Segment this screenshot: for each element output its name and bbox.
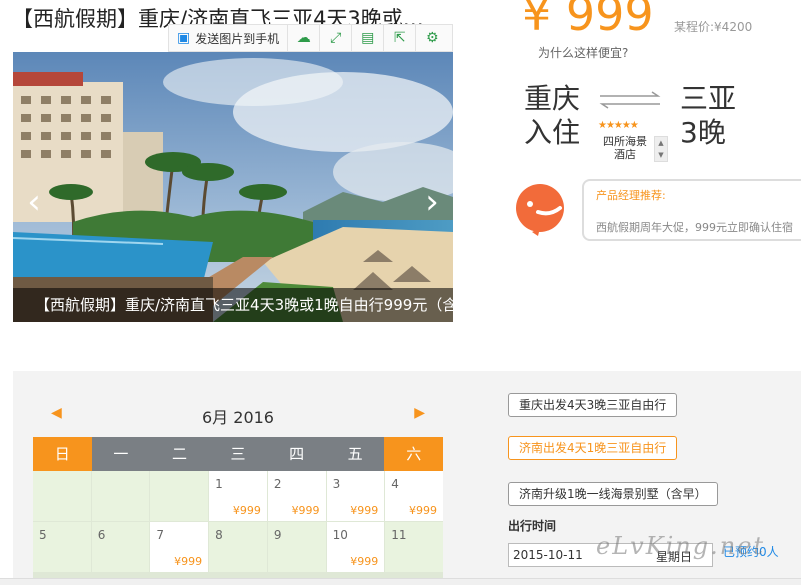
sale-price: ¥ 999 xyxy=(522,0,654,41)
route-arrows-icon xyxy=(599,91,661,109)
calendar-day-number: 7 xyxy=(156,528,165,542)
recommendation-bubble: 产品经理推荐: 西航假期周年大促，999元立即确认住宿 xyxy=(582,179,801,241)
expand-button[interactable]: ⤢ xyxy=(320,25,353,51)
gallery-caption: 【西航假期】重庆/济南直飞三亚4天3晚或1晚自由行999元（含三… xyxy=(13,288,453,322)
bird-mascot-icon xyxy=(516,184,564,236)
save-icon: ▤ xyxy=(361,30,375,46)
weekday-wed: 三 xyxy=(208,437,268,471)
route-destination: 三亚 xyxy=(680,82,737,115)
calendar-month-label: 6月 2016 xyxy=(202,408,274,427)
route-origin-sub: 入住 xyxy=(524,116,581,149)
calendar-weekday-row: 日 一 二 三 四 五 六 xyxy=(33,437,444,471)
calendar-day-cell[interactable]: 10 ¥999 xyxy=(326,522,385,572)
why-cheap-link[interactable]: 为什么这样便宜? xyxy=(538,44,628,61)
package-option-3[interactable]: 济南升级1晚一线海景别墅（含早） xyxy=(508,482,718,506)
weekday-sat: 六 xyxy=(384,437,444,471)
calendar-grid: 1 ¥999 2 ¥999 3 ¥999 4 ¥999 5 6 7 ¥999 8 9 10 ¥999 11 xyxy=(33,471,443,585)
package-option-1[interactable]: 重庆出发4天3晚三亚自由行 xyxy=(508,393,678,417)
gallery-prev-arrow-icon[interactable]: ‹ xyxy=(19,182,49,222)
image-toolbar: ▣ 发送图片到手机 ☁ ⤢ ▤ ⇱ ⚙ xyxy=(168,24,453,52)
calendar-day-number: 3 xyxy=(332,477,341,491)
calendar-day-cell: 6 xyxy=(91,522,150,572)
calendar-day-number: 5 xyxy=(39,528,47,542)
calendar-day-cell: 8 xyxy=(209,522,267,572)
calendar-day-price: ¥999 xyxy=(174,555,203,568)
calendar-day-cell[interactable]: 7 ¥999 xyxy=(150,522,209,572)
calendar-day-cell xyxy=(150,471,209,521)
hotel-label: 四所海景酒店 xyxy=(603,135,647,161)
calendar-day-cell[interactable]: 1 ¥999 xyxy=(209,471,267,521)
calendar-day-number: 9 xyxy=(273,528,282,542)
route-destination-sub: 3晚 xyxy=(680,116,726,149)
calendar-day-price: ¥999 xyxy=(409,504,437,517)
weekday-tue: 二 xyxy=(150,437,209,471)
gallery-next-arrow-icon[interactable]: › xyxy=(417,182,447,222)
calendar-day-cell[interactable]: 4 ¥999 xyxy=(385,471,443,521)
calendar-day-number: 2 xyxy=(273,477,282,491)
recommendation-text: 西航假期周年大促，999元立即确认住宿 xyxy=(596,221,793,234)
weekday-mon: 一 xyxy=(91,437,151,471)
send-to-phone-icon: ▣ xyxy=(177,30,191,46)
calendar-day-cell xyxy=(33,471,91,521)
reference-price: 某程价:¥4200 xyxy=(674,20,753,34)
calendar-day-cell: 5 xyxy=(33,522,91,572)
departure-label: 出行时间 xyxy=(508,519,557,533)
calendar-day-number: 11 xyxy=(391,528,407,542)
calendar-day-number: 10 xyxy=(332,528,348,542)
send-to-phone-label: 发送图片到手机 xyxy=(195,31,280,46)
expand-icon: ⤢ xyxy=(330,30,342,46)
calendar-day-cell[interactable]: 2 ¥999 xyxy=(267,471,326,521)
calendar-day-number: 8 xyxy=(215,528,223,542)
share-icon: ⇱ xyxy=(393,30,406,46)
calendar-day-number: 4 xyxy=(391,477,399,491)
send-to-phone-button[interactable]: ▣ 发送图片到手机 xyxy=(169,25,289,51)
save-button[interactable]: ▤ xyxy=(352,25,385,51)
weekday-sun: 日 xyxy=(33,437,92,471)
resort-photo xyxy=(13,52,453,322)
route-origin: 重庆 xyxy=(524,82,581,115)
cloud-icon: ☁ xyxy=(296,30,311,46)
share-button[interactable]: ⇱ xyxy=(384,25,417,51)
weekday-thu: 四 xyxy=(267,437,326,471)
cloud-button[interactable]: ☁ xyxy=(288,25,321,51)
hotel-scroll-control[interactable]: ▲ ▼ xyxy=(654,136,668,162)
calendar-day-price: ¥999 xyxy=(291,504,320,517)
bottom-bar xyxy=(0,578,801,585)
calendar-next-month-icon[interactable]: ▶ xyxy=(414,405,425,421)
settings-icon: ⚙ xyxy=(425,30,439,46)
calendar-day-number: 6 xyxy=(97,528,106,542)
watermark: eLvKing.net xyxy=(596,532,766,560)
calendar-day-number: 1 xyxy=(215,477,223,491)
calendar-day-cell xyxy=(91,471,150,521)
recommendation-title: 产品经理推荐: xyxy=(596,189,666,202)
calendar-day-cell[interactable]: 3 ¥999 xyxy=(326,471,385,521)
calendar-day-cell: 9 xyxy=(267,522,326,572)
package-option-2[interactable]: 济南出发4天1晚三亚自由行 xyxy=(508,436,678,460)
product-image-gallery[interactable]: ‹ › 【西航假期】重庆/济南直飞三亚4天3晚或1晚自由行999元（含三… xyxy=(13,52,453,322)
calendar-day-price: ¥999 xyxy=(350,555,379,568)
calendar-day-cell: 11 xyxy=(385,522,443,572)
calendar-day-price: ¥999 xyxy=(350,504,379,517)
calendar-header: ◀ 6月 2016 ▶ xyxy=(33,395,443,435)
settings-button[interactable]: ⚙ xyxy=(416,25,448,51)
weekday-fri: 五 xyxy=(325,437,385,471)
hotel-star-rating: ★★★★★ xyxy=(598,120,639,131)
calendar-day-price: ¥999 xyxy=(232,504,261,517)
